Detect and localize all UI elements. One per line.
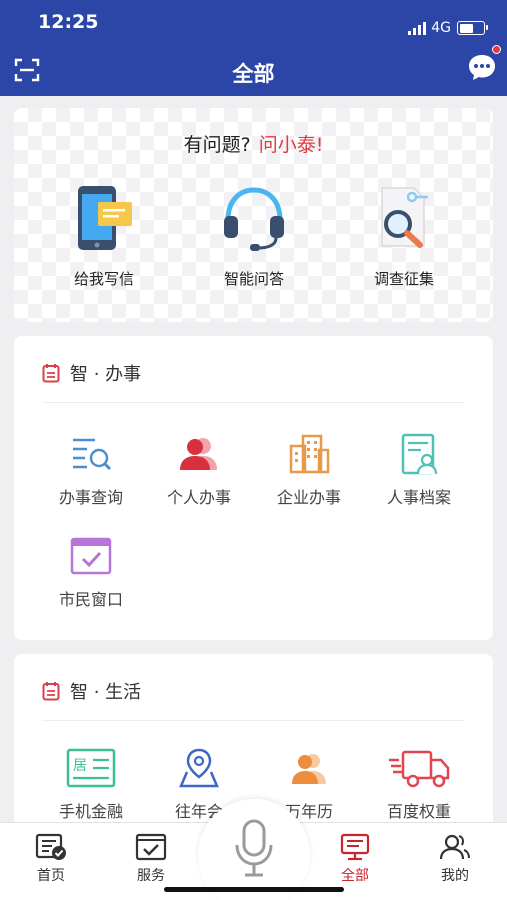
service-item-query[interactable]: 办事查询 [36,432,146,508]
signal-icon [408,21,427,35]
service-item-label: 办事查询 [58,488,123,507]
service-item-finance[interactable]: 居 手机金融 [36,746,146,822]
section-affairs: 智 · 办事 办事查询 个人办事 企业办事 人事档案 市民窗口 [14,336,493,640]
truck-icon [389,750,450,788]
ask-highlight[interactable]: 问小泰! [259,134,324,156]
map-pin-icon [179,748,219,788]
tab-label: 我的 [441,868,469,884]
ask-card: 有问题? 问小泰! 给我写信 智能问答 调查征集 [14,108,493,322]
search-survey-icon [381,187,428,248]
residence-card-icon: 居 [66,748,116,788]
service-item-label: 百度权重 [386,802,451,821]
microphone-icon[interactable] [233,819,275,881]
service-item-label: 市民窗口 [58,590,123,609]
building-icon [289,434,330,474]
window-check-icon [70,537,112,575]
write-letter-label: 给我写信 [73,270,134,288]
battery-icon [457,21,488,35]
service-item-enterprise[interactable]: 企业办事 [254,432,364,508]
notification-dot [492,45,501,54]
service-item-label: 人事档案 [386,488,451,507]
status-time: 12:25 [38,11,99,33]
list-search-icon [73,438,112,471]
section-divider [42,402,465,403]
calendar-icon [42,682,60,701]
tab-label: 服务 [137,868,165,884]
smart-qa-label: 智能问答 [223,270,284,288]
smart-qa-entry[interactable]: 智能问答 [194,182,314,289]
tab-label: 全部 [341,868,369,884]
header-bar: 12:25 4G 全部 [0,0,507,96]
profile-icon [439,834,470,860]
tab-home[interactable]: 首页 [16,833,86,885]
tab-label: 首页 [37,868,65,884]
ask-title: 有问题? 问小泰! [14,130,493,157]
write-letter-entry[interactable]: 给我写信 [44,182,164,289]
status-indicators: 4G [408,20,488,36]
section-life-header: 智 · 生活 [42,678,141,704]
page-title: 全部 [232,62,275,86]
tab-mine[interactable]: 我的 [420,833,490,885]
section-affairs-header: 智 · 办事 [42,360,141,386]
service-item-baidu[interactable]: 百度权重 [364,746,474,822]
calendar-icon [42,364,60,383]
section-divider [42,720,465,721]
service-item-label: 手机金融 [58,802,123,821]
survey-label: 调查征集 [373,270,434,288]
service-item-citizen-window[interactable]: 市民窗口 [36,534,146,610]
home-news-icon [35,833,66,860]
service-icon [135,833,167,861]
tab-all[interactable]: 全部 [320,833,390,885]
bottom-tabbar: 首页 服务 全部 我的 [0,799,507,900]
section-affairs-title: 智 · 办事 [70,364,142,385]
headset-icon [224,187,284,251]
service-item-archive[interactable]: 人事档案 [364,432,474,508]
service-item-label: 个人办事 [166,488,231,507]
svg-text:居: 居 [73,758,87,774]
tab-service[interactable]: 服务 [116,833,186,885]
service-item-personal[interactable]: 个人办事 [144,432,254,508]
survey-entry[interactable]: 调查征集 [344,182,464,289]
section-life-title: 智 · 生活 [70,682,142,703]
all-apps-icon [340,833,370,861]
profile-card-icon [401,433,438,475]
home-indicator [164,887,344,892]
service-item-label: 企业办事 [276,488,341,507]
network-label: 4G [431,20,451,36]
chat-icon[interactable] [467,52,497,82]
people-icon [292,754,326,784]
users-icon [180,438,217,470]
phone-letter-icon [78,186,132,250]
ask-question: 有问题? [183,134,251,156]
